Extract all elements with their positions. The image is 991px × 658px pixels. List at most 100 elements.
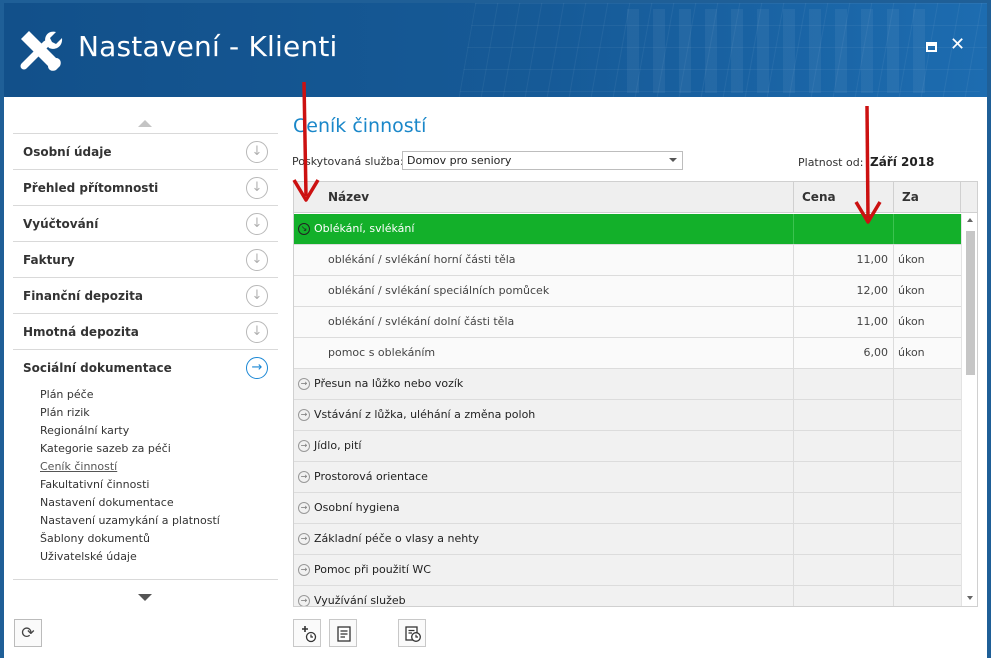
cell-per: úkon xyxy=(898,284,925,297)
cell-name: → Pomoc při použití WC xyxy=(294,555,794,585)
sidebar-item-label: Přehled přítomnosti xyxy=(23,181,159,195)
column-header-name[interactable]: Název xyxy=(294,182,794,213)
column-header-per[interactable]: Za xyxy=(894,182,961,213)
detail-button[interactable] xyxy=(329,619,357,647)
subnav-item-plan-pece[interactable]: Plán péče xyxy=(40,388,220,406)
table-row[interactable]: oblékání / svlékání horní části těla 11,… xyxy=(294,245,961,276)
price-list-grid: Název Cena Za ↘ Oblékání, svlékání oblék… xyxy=(293,181,978,607)
row-label: Osobní hygiena xyxy=(314,501,400,514)
table-row[interactable]: → Přesun na lůžko nebo vozík xyxy=(294,369,961,400)
expand-icon[interactable]: → xyxy=(298,471,310,483)
subnav-item-nastaveni-dokumentace[interactable]: Nastavení dokumentace xyxy=(40,496,220,514)
sidebar-scroll-up-icon[interactable] xyxy=(138,120,152,127)
sidebar-item-label: Faktury xyxy=(23,253,75,267)
cell-name: → Vstávání z lůžka, uléhání a změna polo… xyxy=(294,400,794,430)
circle-arrow-down-icon: ↓ xyxy=(246,321,268,343)
subnav-item-fakultativni-cinnosti[interactable]: Fakultativní činnosti xyxy=(40,478,220,496)
expand-icon[interactable]: → xyxy=(298,440,310,452)
sidebar-item-label: Osobní údaje xyxy=(23,145,112,159)
sidebar-scroll-down-icon[interactable] xyxy=(138,594,152,601)
cell-per xyxy=(894,431,961,461)
cell-name: → Osobní hygiena xyxy=(294,493,794,523)
expand-icon[interactable]: → xyxy=(298,409,310,421)
table-row[interactable]: → Prostorová orientace xyxy=(294,462,961,493)
cell-per xyxy=(894,555,961,585)
grid-scrollbar[interactable] xyxy=(961,214,977,606)
table-row[interactable]: → Základní péče o vlasy a nehty xyxy=(294,524,961,555)
document-lines-icon xyxy=(337,626,351,642)
cell-price: 12,00 xyxy=(794,276,894,306)
sidebar-item-label: Sociální dokumentace xyxy=(23,361,172,375)
expand-icon[interactable]: → xyxy=(298,502,310,514)
cell-name: oblékání / svlékání dolní části těla xyxy=(294,307,794,337)
service-select[interactable]: Domov pro seniory xyxy=(402,151,683,170)
table-row[interactable]: pomoc s oblekáním 6,00 úkon xyxy=(294,338,961,369)
table-row[interactable]: → Jídlo, pití xyxy=(294,431,961,462)
row-label: Přesun na lůžko nebo vozík xyxy=(314,377,464,390)
subnav-item-regionalni-karty[interactable]: Regionální karty xyxy=(40,424,220,442)
page-title: Ceník činností xyxy=(293,115,427,137)
cell-price xyxy=(794,400,894,430)
cell-price xyxy=(794,586,894,606)
subnav-item-nastaveni-uzamykani[interactable]: Nastavení uzamykání a platností xyxy=(40,514,220,532)
circle-arrow-down-icon: ↓ xyxy=(246,177,268,199)
collapse-icon[interactable]: ↘ xyxy=(298,223,310,235)
close-button[interactable]: ✕ xyxy=(950,36,965,54)
sidebar-item-vyuctovani[interactable]: Vyúčtování ↓ xyxy=(13,206,278,242)
valid-from-label: Platnost od: xyxy=(798,156,864,169)
history-button[interactable] xyxy=(398,619,426,647)
expand-icon[interactable]: → xyxy=(298,564,310,576)
table-row[interactable]: oblékání / svlékání speciálních pomůcek … xyxy=(294,276,961,307)
sidebar-divider xyxy=(13,579,278,580)
cell-per xyxy=(894,214,961,244)
expand-icon[interactable]: → xyxy=(298,533,310,545)
table-row[interactable]: ↘ Oblékání, svlékání xyxy=(294,214,961,245)
table-row[interactable]: → Osobní hygiena xyxy=(294,493,961,524)
cell-name: oblékání / svlékání speciálních pomůcek xyxy=(294,276,794,306)
sidebar: Osobní údaje ↓ Přehled přítomnosti ↓ Vyú… xyxy=(13,110,278,610)
cell-price xyxy=(794,555,894,585)
table-row[interactable]: → Vstávání z lůžka, uléhání a změna polo… xyxy=(294,400,961,431)
window-border-left xyxy=(0,0,4,658)
cell-per: úkon xyxy=(898,346,925,359)
scroll-up-icon[interactable] xyxy=(967,218,973,222)
table-row[interactable]: → Využívání služeb xyxy=(294,586,961,607)
cell-name: pomoc s oblekáním xyxy=(294,338,794,368)
subnav-item-sablony-dokumentu[interactable]: Šablony dokumentů xyxy=(40,532,220,550)
document-clock-icon xyxy=(405,626,421,642)
row-label: Využívání služeb xyxy=(314,594,406,607)
add-with-clock-button[interactable] xyxy=(293,619,321,647)
row-label: Pomoc při použití WC xyxy=(314,563,431,576)
circle-arrow-down-icon: ↓ xyxy=(246,285,268,307)
service-select-value: Domov pro seniory xyxy=(407,154,512,167)
sidebar-item-prehled-pritomnosti[interactable]: Přehled přítomnosti ↓ xyxy=(13,170,278,206)
expand-icon[interactable]: → xyxy=(298,378,310,390)
table-row[interactable]: → Pomoc při použití WC xyxy=(294,555,961,586)
subnav-item-cenik-cinnosti[interactable]: Ceník činností xyxy=(40,460,220,478)
scrollbar-thumb[interactable] xyxy=(966,231,975,375)
sidebar-item-socialni-dokumentace[interactable]: Sociální dokumentace → xyxy=(13,350,278,386)
add-clock-icon xyxy=(302,626,317,643)
cell-per: úkon xyxy=(898,253,925,266)
expand-icon[interactable]: → xyxy=(298,595,310,606)
header-pattern-stripes xyxy=(627,9,927,93)
scroll-down-icon[interactable] xyxy=(967,596,973,600)
row-label: Prostorová orientace xyxy=(314,470,428,483)
subnav-item-uzivatelske-udaje[interactable]: Uživatelské údaje xyxy=(40,550,220,568)
refresh-button[interactable]: ⟳ xyxy=(14,619,42,647)
valid-from-value[interactable]: Září 2018 xyxy=(870,155,934,169)
cell-name: → Prostorová orientace xyxy=(294,462,794,492)
table-row[interactable]: oblékání / svlékání dolní části těla 11,… xyxy=(294,307,961,338)
column-header-price[interactable]: Cena xyxy=(794,182,894,213)
sidebar-item-osobni-udaje[interactable]: Osobní údaje ↓ xyxy=(13,134,278,170)
sidebar-item-faktury[interactable]: Faktury ↓ xyxy=(13,242,278,278)
circle-arrow-down-icon: ↓ xyxy=(246,213,268,235)
row-label: oblékání / svlékání dolní části těla xyxy=(328,315,515,328)
cell-per xyxy=(894,369,961,399)
sidebar-item-hmotna-depozita[interactable]: Hmotná depozita ↓ xyxy=(13,314,278,350)
subnav-item-plan-rizik[interactable]: Plán rizik xyxy=(40,406,220,424)
sidebar-item-financni-depozita[interactable]: Finanční depozita ↓ xyxy=(13,278,278,314)
maximize-button[interactable] xyxy=(926,42,937,52)
subnav-item-kategorie-sazeb[interactable]: Kategorie sazeb za péči xyxy=(40,442,220,460)
row-label: Oblékání, svlékání xyxy=(314,222,415,235)
